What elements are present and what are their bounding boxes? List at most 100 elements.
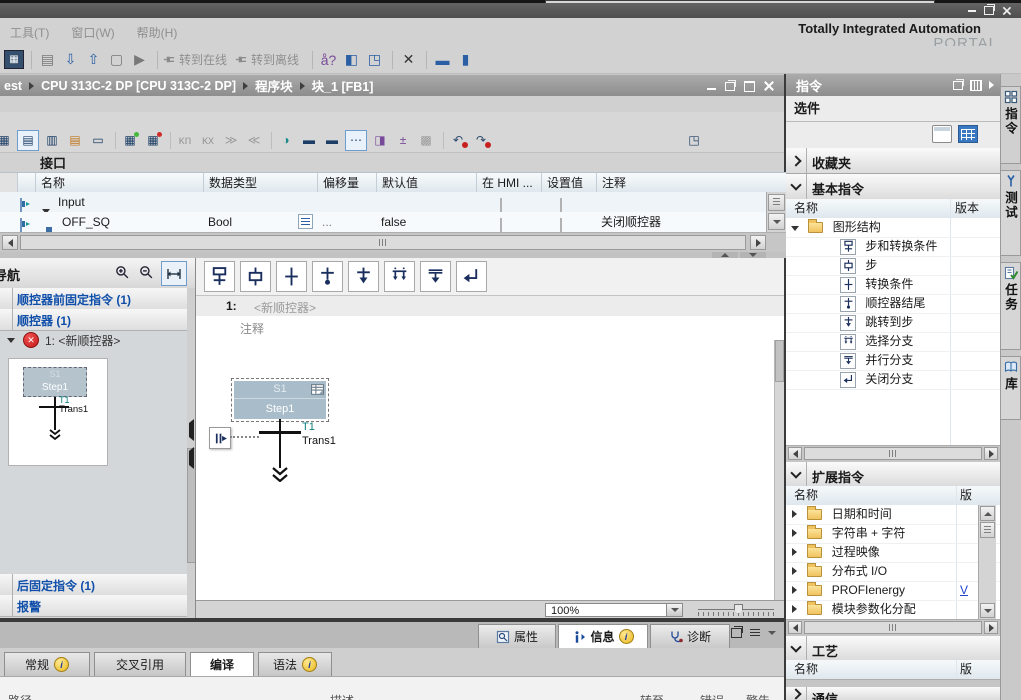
zoom-in-icon[interactable] xyxy=(112,262,133,283)
table-row[interactable]: Input xyxy=(0,192,766,212)
start-runtime-icon[interactable]: ▶ xyxy=(129,50,150,70)
version-link[interactable]: V xyxy=(960,581,968,600)
col-name[interactable]: 名称 xyxy=(36,173,204,193)
transition-condition-button[interactable] xyxy=(209,427,231,449)
overview-icon[interactable]: ▤ xyxy=(17,130,39,151)
float-view-button[interactable] xyxy=(932,125,952,143)
go-online-button[interactable]: 转到在线 xyxy=(179,51,227,68)
restore-window-icon[interactable]: ◳ xyxy=(364,50,385,70)
alternative-branch-icon[interactable] xyxy=(384,261,415,292)
editor-restore-icon[interactable] xyxy=(725,82,735,91)
download-small-icon[interactable]: ◨ xyxy=(370,131,390,150)
snapshot-icon[interactable]: ± xyxy=(393,131,413,150)
inspector-collapse-icon[interactable] xyxy=(768,631,776,635)
instruction-item[interactable]: 步 xyxy=(786,256,1000,276)
expand-icon[interactable] xyxy=(792,567,797,575)
table-horizontal-scrollbar[interactable] xyxy=(0,232,786,253)
editor-maximize-icon[interactable] xyxy=(744,81,755,92)
insert-network-icon[interactable]: ▦ xyxy=(120,131,140,150)
zoom-dropdown-icon[interactable] xyxy=(666,603,683,617)
start-simulation-icon[interactable]: ▢ xyxy=(106,50,127,70)
communication-section[interactable]: 通信 xyxy=(786,687,1000,700)
editor-minimize-icon[interactable] xyxy=(707,88,716,90)
instruction-item[interactable]: 步和转换条件 xyxy=(786,237,1000,257)
col-datatype[interactable]: 数据类型 xyxy=(204,173,318,193)
technology-section[interactable]: 工艺 xyxy=(786,636,1000,661)
fit-to-window-button[interactable] xyxy=(161,261,187,286)
zoom-out-icon[interactable] xyxy=(136,262,157,283)
tab-instructions[interactable]: 指令 xyxy=(1001,86,1021,164)
panel-restore-icon[interactable] xyxy=(953,81,963,90)
expand-icon[interactable] xyxy=(792,510,797,518)
subtab-compile[interactable]: 编译 xyxy=(190,652,254,676)
menu-window[interactable]: 窗口(W) xyxy=(71,24,114,41)
outdent-icon[interactable]: ≪ xyxy=(244,131,264,150)
folder-item[interactable]: 日期和时间 xyxy=(786,505,1000,525)
col-default[interactable]: 默认值 xyxy=(377,173,477,193)
extended-vertical-scrollbar[interactable] xyxy=(978,505,996,619)
expand-icon[interactable] xyxy=(792,548,797,556)
collapse-icon[interactable] xyxy=(7,338,15,343)
table-view-button[interactable] xyxy=(958,125,978,143)
sequencer-tree-item[interactable]: ✕ 1: <新顺控器> xyxy=(0,330,196,350)
undo-icon[interactable]: ↶ xyxy=(448,131,468,150)
table-row[interactable]: OFF_SQ Bool ... false 关闭顺控器 xyxy=(0,212,766,232)
panel-collapse-icon[interactable] xyxy=(989,81,994,89)
breadcrumb-block[interactable]: 块_1 [FB1] xyxy=(312,76,374,95)
minimize-icon[interactable] xyxy=(968,10,976,12)
show-window-icon[interactable]: ◧ xyxy=(341,50,362,70)
upload-from-device-icon[interactable]: ⇧ xyxy=(83,50,104,70)
name-column[interactable]: 名称 xyxy=(794,660,818,679)
accessible-devices-icon[interactable]: å? xyxy=(318,50,339,70)
sequencers-section[interactable]: 顺控器 (1) xyxy=(0,309,196,331)
datatype-dropdown-button[interactable] xyxy=(298,214,313,229)
instruction-item[interactable]: 关闭分支 xyxy=(786,370,1000,390)
zoom-combobox[interactable]: 100% xyxy=(545,603,667,617)
folder-item[interactable]: PROFIenergy V xyxy=(786,581,1000,601)
favorites-section[interactable]: 收藏夹 xyxy=(786,148,1000,174)
extended-instructions-section[interactable]: 扩展指令 xyxy=(786,462,1000,487)
sequence-comment[interactable]: 注释 xyxy=(240,320,264,337)
zoom-slider[interactable] xyxy=(698,603,774,617)
networks-icon[interactable]: ▥ xyxy=(42,131,62,150)
collapse-icon[interactable] xyxy=(791,226,799,231)
restore-icon[interactable] xyxy=(984,6,994,15)
tab-properties[interactable]: 属性 xyxy=(478,624,556,648)
sequence-end-icon[interactable] xyxy=(312,261,343,292)
close-editor-icon[interactable]: ✕ xyxy=(398,50,419,70)
save-project-icon[interactable]: ▤ xyxy=(37,50,58,70)
split-editor-vertical-icon[interactable]: ▮ xyxy=(455,50,476,70)
window-a-icon[interactable]: ▬ xyxy=(299,131,319,150)
jump-to-step-icon[interactable] xyxy=(348,261,379,292)
folder-item[interactable]: 模块参数化分配 xyxy=(786,600,1000,620)
menu-tools[interactable]: 工具(T) xyxy=(10,24,49,41)
version-column[interactable]: 版本 xyxy=(955,199,979,218)
library-compare-icon[interactable]: ▩ xyxy=(416,131,436,150)
expand-icon[interactable] xyxy=(792,586,797,594)
folder-item[interactable]: 字符串 + 字符 xyxy=(786,524,1000,544)
version-column[interactable]: 版 xyxy=(960,486,972,505)
rename-icon[interactable]: ĸn xyxy=(175,131,195,150)
expand-icon[interactable] xyxy=(792,605,797,613)
folder-item[interactable]: 过程映像 xyxy=(786,543,1000,563)
sequence-title-row[interactable]: 1: <新顺控器> xyxy=(196,296,784,316)
indent-icon[interactable]: ≫ xyxy=(221,131,241,150)
graph-vertical-scrollbar[interactable] xyxy=(774,340,784,600)
mail-icon[interactable]: ▭ xyxy=(88,131,108,150)
instruction-item[interactable]: 转换条件 xyxy=(786,275,1000,295)
keyboard-icon[interactable]: ▦ xyxy=(0,131,14,150)
graph-structures-folder[interactable]: 图形结构 xyxy=(786,218,1000,238)
step-block[interactable]: S1 Step1 xyxy=(234,381,326,419)
step-and-transition-icon[interactable] xyxy=(204,261,235,292)
breadcrumb-cpu[interactable]: CPU 313C-2 DP [CPU 313C-2 DP] xyxy=(41,79,236,93)
version-column[interactable]: 版 xyxy=(960,660,972,679)
synchronize-icon[interactable]: ◑ xyxy=(276,131,296,150)
splitter-collapse-icon[interactable] xyxy=(189,451,194,465)
step-icon[interactable] xyxy=(240,261,271,292)
alarms-section[interactable]: 报警 xyxy=(0,595,196,617)
basic-instructions-section[interactable]: 基本指令 xyxy=(786,174,1000,200)
close-icon[interactable] xyxy=(1003,7,1011,15)
instruction-item[interactable]: 选择分支 xyxy=(786,332,1000,352)
go-offline-button[interactable]: 转到离线 xyxy=(251,51,299,68)
tab-libraries[interactable]: 库 xyxy=(1001,356,1021,420)
